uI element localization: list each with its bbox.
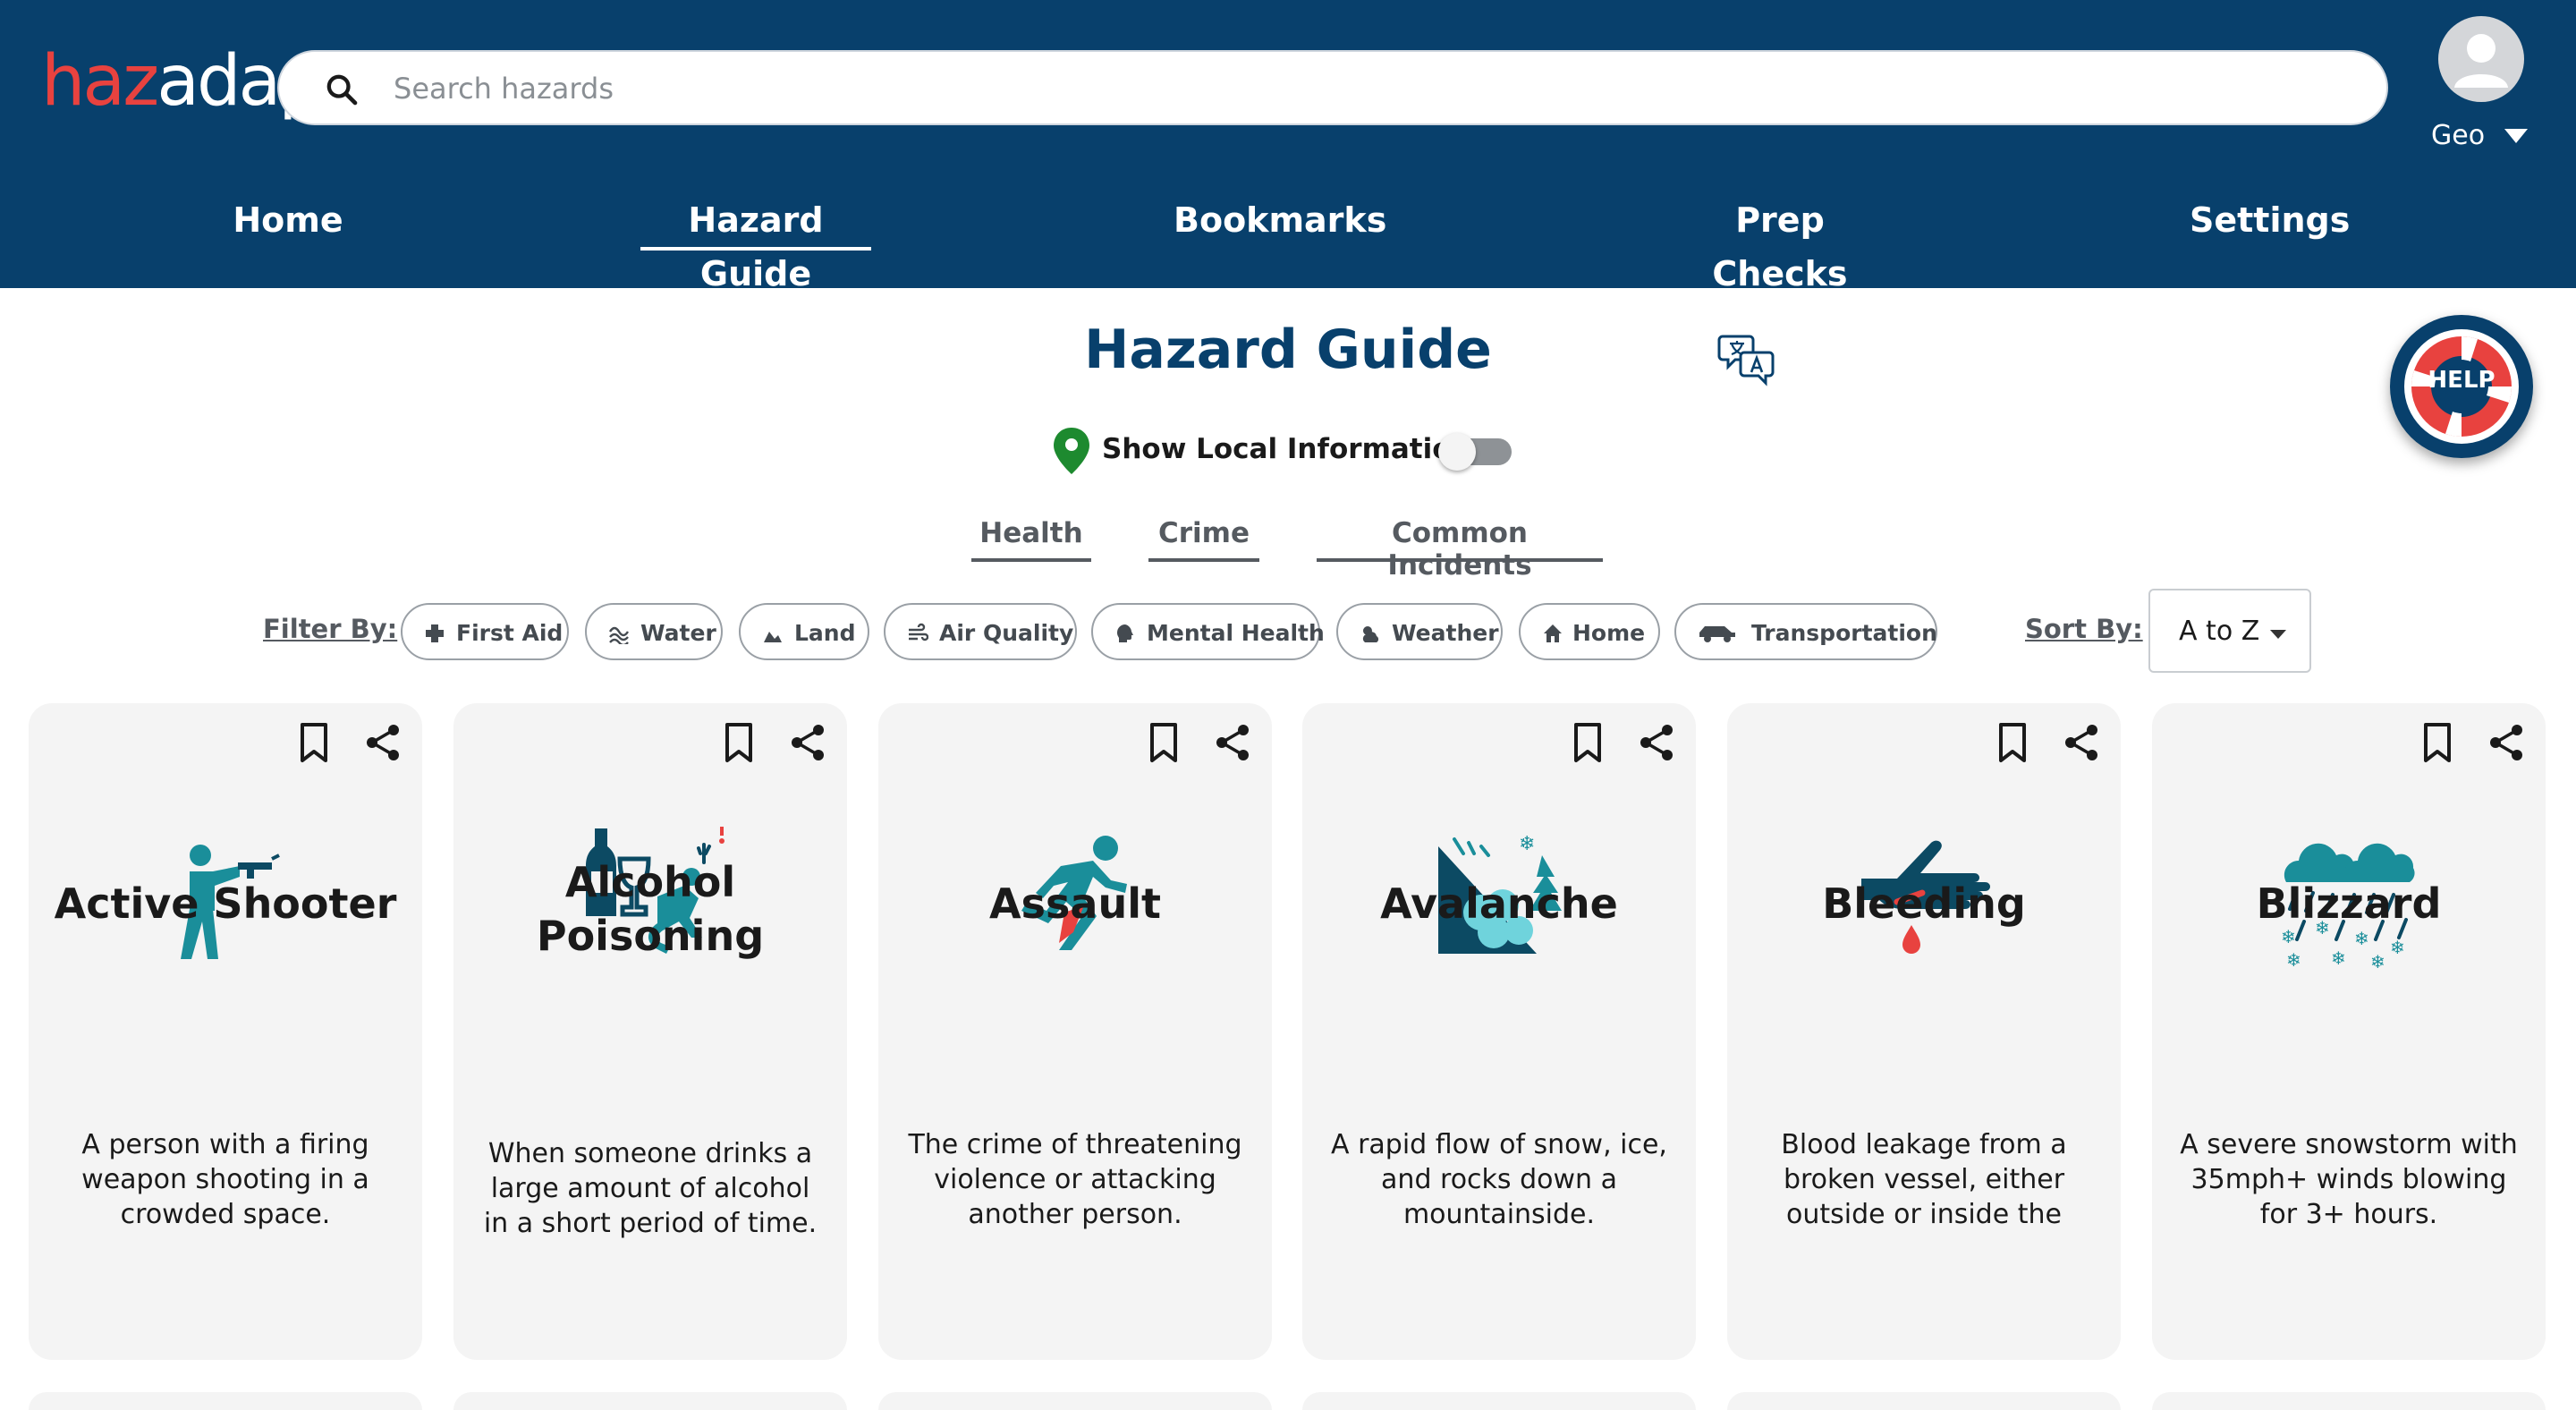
svg-text:❄: ❄ xyxy=(1519,833,1535,855)
page-title: Hazard Guide xyxy=(1084,319,1492,381)
filter-chip-mental-health[interactable]: Mental Health xyxy=(1091,603,1325,660)
hazard-card-bleeding[interactable]: Bleeding Blood leakage from a broken ves… xyxy=(1727,703,2121,1360)
location-pin-icon xyxy=(1054,428,1089,474)
card-title: Assault xyxy=(989,879,1161,928)
card-description: A person with a firing weapon shooting i… xyxy=(81,1129,369,1230)
share-icon[interactable] xyxy=(2487,723,2526,762)
hazard-card-blizzard[interactable]: ❄ ❄ ❄ ❄ ❄ ❄ ❄ Blizzard A severe snowstorm with… xyxy=(2152,703,2546,1360)
filter-chip-first-aid[interactable]: First Aid xyxy=(401,603,569,660)
card-description: The crime of threatening violence or att… xyxy=(908,1129,1242,1230)
translate-icon[interactable] xyxy=(1717,329,1778,390)
logo-text-haz: haz xyxy=(41,41,159,122)
filter-chip-home[interactable]: Home xyxy=(1519,603,1660,660)
card-title: Avalanche xyxy=(1380,879,1618,928)
card-description: A severe snowstorm with 35mph+ winds blo… xyxy=(2180,1129,2518,1230)
bookmark-icon[interactable] xyxy=(2419,721,2456,764)
user-name: Geo xyxy=(2431,120,2486,151)
hazard-card-next-row[interactable] xyxy=(878,1392,1272,1410)
user-menu[interactable]: Geo xyxy=(2431,120,2547,156)
filter-chip-land[interactable]: Land xyxy=(739,603,869,660)
bookmark-icon[interactable] xyxy=(1145,721,1182,764)
nav-bookmarks[interactable]: Bookmarks xyxy=(1174,193,1386,247)
filter-by-label: Filter By: xyxy=(263,614,398,644)
card-description: When someone drinks a large amount of al… xyxy=(483,1138,818,1239)
share-icon[interactable] xyxy=(1637,723,1676,762)
bookmark-icon[interactable] xyxy=(1994,721,2031,764)
search-icon xyxy=(326,74,358,106)
card-description: A rapid flow of snow, ice, and rocks dow… xyxy=(1331,1129,1667,1230)
bookmark-icon[interactable] xyxy=(720,721,758,764)
air-quality-icon xyxy=(909,623,928,641)
brain-head-icon xyxy=(1117,624,1133,642)
sort-value: A to Z xyxy=(2179,616,2260,647)
share-icon[interactable] xyxy=(1213,723,1252,762)
card-description: Blood leakage from a broken vessel, eith… xyxy=(1781,1129,2067,1230)
tab-crime[interactable]: Crime xyxy=(1148,517,1259,562)
nav-home[interactable]: Home xyxy=(224,193,352,247)
car-icon xyxy=(1699,626,1735,642)
hazard-card-next-row[interactable] xyxy=(29,1392,422,1410)
filter-chip-weather[interactable]: Weather xyxy=(1336,603,1503,660)
weather-icon xyxy=(1362,626,1379,642)
search-input[interactable] xyxy=(394,61,2326,116)
svg-text:❄: ❄ xyxy=(2370,951,2385,973)
share-icon[interactable] xyxy=(363,723,402,762)
nav-settings[interactable]: Settings xyxy=(2190,193,2350,247)
toggle-knob xyxy=(1438,433,1476,471)
card-title: Bleeding xyxy=(1822,879,2026,928)
home-icon xyxy=(1544,624,1562,642)
filter-chip-water[interactable]: Water xyxy=(585,603,723,660)
nav-prep-checks[interactable]: Prep Checks xyxy=(1671,193,1889,293)
local-info-toggle[interactable] xyxy=(1438,433,1512,471)
person-icon xyxy=(2454,34,2508,88)
tab-health[interactable]: Health xyxy=(971,517,1091,562)
search-bar[interactable] xyxy=(277,50,2388,125)
filter-chip-air-quality[interactable]: Air Quality xyxy=(884,603,1077,660)
first-aid-icon xyxy=(426,624,444,642)
svg-text:❄: ❄ xyxy=(2331,947,2346,969)
share-icon[interactable] xyxy=(2062,723,2101,762)
caret-down-icon xyxy=(2504,129,2528,143)
share-icon[interactable] xyxy=(788,723,827,762)
app-header: hazadapt Geo Home Hazard Guide Bookmarks… xyxy=(0,0,2576,293)
sort-select[interactable]: A to Z xyxy=(2148,589,2311,673)
hazard-card-next-row[interactable] xyxy=(1302,1392,1696,1410)
help-label: HELP xyxy=(2428,367,2496,394)
hazard-card-avalanche[interactable]: ❄ Avalanche A rapid flow of snow, ice, a… xyxy=(1302,703,1696,1360)
caret-down-icon xyxy=(2270,630,2286,639)
svg-text:❄: ❄ xyxy=(2354,928,2369,949)
card-title: Alcohol Poisoning xyxy=(536,858,765,960)
card-title: Active Shooter xyxy=(54,879,397,928)
hazard-card-next-row[interactable] xyxy=(453,1392,847,1410)
card-title: Blizzard xyxy=(2256,879,2442,928)
bookmark-icon[interactable] xyxy=(1569,721,1606,764)
land-icon xyxy=(764,632,782,642)
filter-chip-transportation[interactable]: Transportation xyxy=(1674,603,1937,660)
svg-text:❄: ❄ xyxy=(2390,937,2405,958)
bookmark-icon[interactable] xyxy=(295,721,333,764)
help-button[interactable]: HELP xyxy=(2390,315,2533,458)
hazard-card-next-row[interactable] xyxy=(2152,1392,2546,1410)
user-avatar[interactable] xyxy=(2438,16,2524,102)
nav-hazard-guide[interactable]: Hazard Guide xyxy=(640,193,871,293)
sort-by-label: Sort By: xyxy=(2025,614,2143,644)
tab-common-incidents[interactable]: Common Incidents xyxy=(1317,517,1603,582)
hazard-card-alcohol-poisoning[interactable]: Alcohol Poisoning When someone drinks a … xyxy=(453,703,847,1360)
hazard-card-next-row[interactable] xyxy=(1727,1392,2121,1410)
local-info-label: Show Local Information xyxy=(1102,433,1471,465)
svg-text:❄: ❄ xyxy=(2286,949,2301,971)
hazard-card-assault[interactable]: Assault The crime of threatening violenc… xyxy=(878,703,1272,1360)
water-icon xyxy=(608,626,630,644)
hazard-card-active-shooter[interactable]: Active Shooter A person with a firing we… xyxy=(29,703,422,1360)
